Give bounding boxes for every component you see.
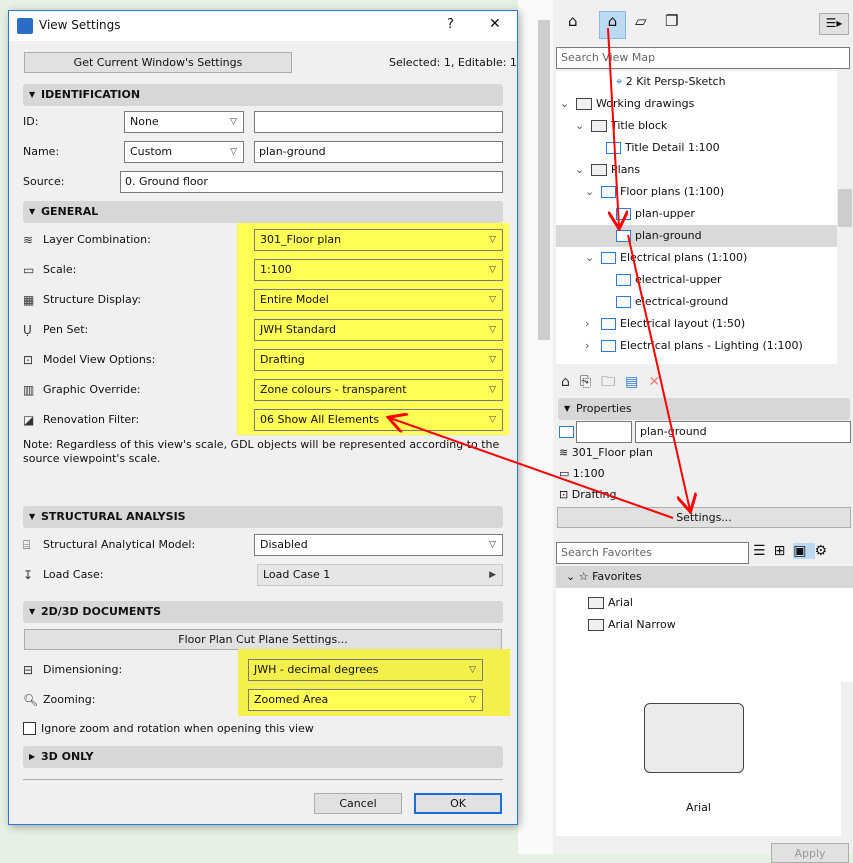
arrow-to-settings [627, 234, 690, 510]
arrow-to-plan-ground [607, 27, 619, 227]
arrow-to-renovation-filter [390, 418, 674, 519]
annotation-arrows [0, 27, 853, 519]
